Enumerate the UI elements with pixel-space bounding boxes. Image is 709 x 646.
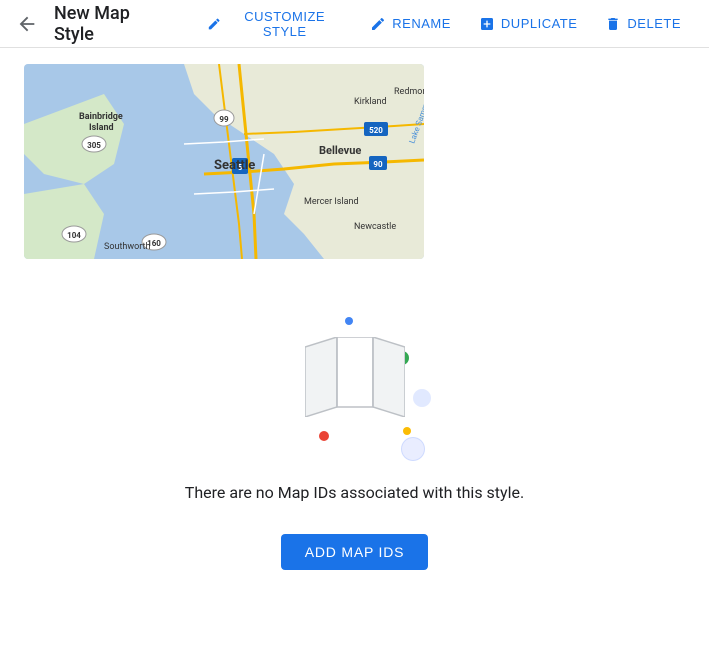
svg-text:Seattle: Seattle — [214, 158, 255, 173]
delete-button[interactable]: DELETE — [593, 10, 693, 38]
svg-text:Redmond: Redmond — [394, 87, 424, 97]
duplicate-label: DUPLICATE — [501, 16, 578, 31]
svg-text:Island: Island — [89, 123, 114, 133]
customize-style-button[interactable]: CUSTOMIZE STYLE — [195, 3, 355, 45]
empty-message: There are no Map IDs associated with thi… — [185, 483, 524, 502]
map-preview: 5 90 520 99 305 104 160 Bainbridge Islan… — [24, 64, 424, 259]
rename-button[interactable]: RENAME — [358, 10, 463, 38]
pencil-ruler-icon — [207, 16, 221, 32]
dot-light2 — [413, 389, 431, 407]
dot-light-circle — [401, 437, 425, 461]
back-button[interactable] — [16, 13, 38, 35]
dot-blue-top — [345, 317, 353, 325]
delete-label: DELETE — [627, 16, 681, 31]
rename-label: RENAME — [392, 16, 451, 31]
svg-text:Southworth: Southworth — [104, 242, 150, 252]
main-content: 5 90 520 99 305 104 160 Bainbridge Islan… — [0, 48, 709, 610]
svg-text:Mercer Island: Mercer Island — [304, 197, 359, 207]
dot-red — [319, 431, 329, 441]
svg-text:Newcastle: Newcastle — [354, 222, 396, 232]
copy-icon — [479, 16, 495, 32]
empty-state: There are no Map IDs associated with thi… — [24, 299, 685, 594]
map-image: 5 90 520 99 305 104 160 Bainbridge Islan… — [24, 64, 424, 259]
trash-icon — [605, 16, 621, 32]
header: New Map Style CUSTOMIZE STYLE RENAME DUP… — [0, 0, 709, 48]
svg-text:Bainbridge: Bainbridge — [79, 112, 123, 122]
add-map-ids-button[interactable]: ADD MAP IDS — [281, 534, 429, 570]
customize-style-label: CUSTOMIZE STYLE — [227, 9, 342, 39]
page-title: New Map Style — [54, 3, 171, 45]
header-actions: CUSTOMIZE STYLE RENAME DUPLICATE DELETE — [195, 3, 693, 45]
folded-map-icon — [305, 337, 405, 417]
svg-text:305: 305 — [87, 141, 101, 150]
svg-text:99: 99 — [219, 115, 229, 124]
svg-text:Kirkland: Kirkland — [354, 97, 387, 107]
svg-text:90: 90 — [373, 160, 383, 169]
dot-yellow — [403, 427, 411, 435]
map-icon-illustration — [255, 299, 455, 459]
pencil-icon — [370, 16, 386, 32]
svg-text:104: 104 — [67, 231, 81, 240]
duplicate-button[interactable]: DUPLICATE — [467, 10, 590, 38]
svg-text:520: 520 — [369, 126, 383, 135]
svg-text:Bellevue: Bellevue — [319, 144, 361, 157]
